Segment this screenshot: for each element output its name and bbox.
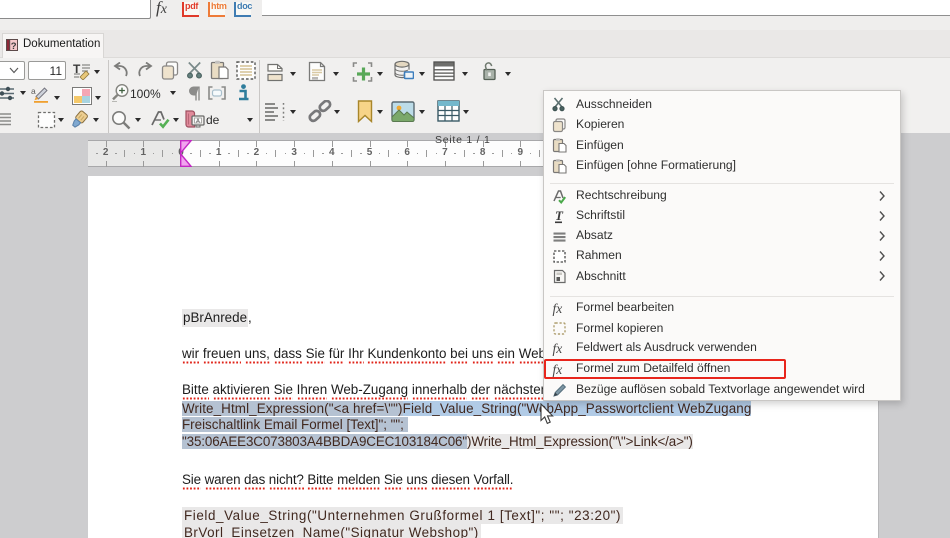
svg-text:fx: fx <box>553 301 563 316</box>
svg-text:A: A <box>196 119 200 125</box>
svg-text:?: ? <box>11 41 17 51</box>
svg-text:T: T <box>555 208 564 223</box>
svg-text:fx: fx <box>553 341 563 356</box>
svg-text:a: a <box>31 86 36 96</box>
